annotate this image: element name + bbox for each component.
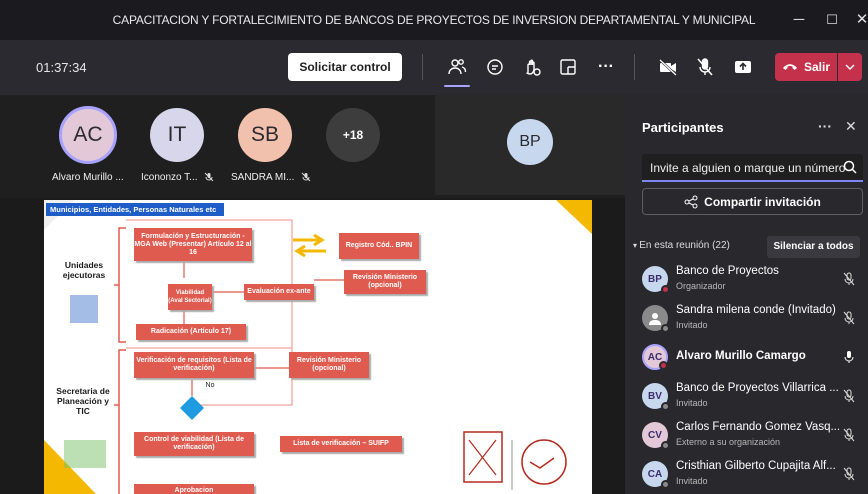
participant-name: Alvaro Murillo ... — [52, 172, 124, 183]
mute-all-button[interactable]: Silenciar a todos — [767, 236, 860, 258]
reactions-icon[interactable] — [519, 54, 545, 80]
minimize-icon[interactable]: ─ — [787, 8, 811, 32]
participant-role: Invitado — [676, 320, 708, 330]
toolbar-divider — [634, 54, 635, 80]
participant-name: Cristhian Gilberto Cupajita Alf... — [676, 460, 836, 472]
toolbar-divider — [422, 54, 423, 80]
flow-box: Aprobacion — [134, 484, 254, 494]
search-icon[interactable] — [843, 160, 857, 174]
mic-off-icon — [843, 467, 855, 481]
flow-box: Verificación de requisitos (Lista de ver… — [134, 352, 254, 378]
flow-box: Control de viabilidad (Lista de verifica… — [134, 432, 254, 456]
invite-input[interactable]: Invite a alguien o marque un número — [642, 154, 863, 182]
participant-role: Externo a su organización — [676, 437, 781, 447]
avatar[interactable]: SB — [238, 108, 292, 162]
status-dot — [661, 324, 670, 333]
group-label: Unidades ejecutoras — [62, 260, 106, 280]
participant-name: Icononzo T... — [141, 172, 214, 183]
leave-options-chevron-icon[interactable] — [838, 53, 862, 81]
avatar[interactable]: AC — [59, 106, 117, 164]
avatar: BP — [642, 266, 670, 294]
participant-row[interactable]: Sandra milena conde (Invitado) Invitado — [642, 299, 864, 339]
flow-box: Revisión Ministerio (opcional) — [289, 352, 369, 378]
hang-up-icon — [782, 64, 797, 70]
group-label: Secretaria de Planeación y TIC — [56, 386, 110, 416]
participant-row[interactable]: CA Cristhian Gilberto Cupajita Alf... In… — [642, 455, 864, 494]
flow-box: Evaluación ex-ante — [244, 284, 314, 300]
flow-box: Lista de verificación – SUIFP — [280, 436, 402, 452]
close-icon[interactable]: ✕ — [850, 8, 868, 32]
more-actions-icon[interactable]: ··· — [593, 54, 619, 80]
more-icon[interactable]: ··· — [818, 118, 832, 134]
maximize-icon[interactable]: ☐ — [820, 8, 844, 32]
participant-role: Invitado — [676, 476, 708, 486]
avatar: CV — [642, 422, 670, 450]
in-meeting-section[interactable]: ▾ En esta reunión (22) — [633, 240, 730, 251]
participant-row[interactable]: CV Carlos Fernando Gomez Vasq... Externo… — [642, 416, 864, 456]
chat-icon[interactable] — [482, 54, 508, 80]
title-bar: CAPACITACION Y FORTALECIMIENTO DE BANCOS… — [0, 0, 868, 40]
share-screen-icon[interactable] — [730, 54, 756, 80]
slide-header: Municipios, Entidades, Personas Naturale… — [46, 203, 224, 216]
avatar[interactable]: IT — [150, 108, 204, 162]
avatar: AC — [642, 344, 668, 370]
status-dot — [661, 402, 670, 411]
participant-name: Banco de Proyectos — [676, 265, 779, 277]
no-label: No — [205, 382, 215, 389]
camera-off-icon[interactable] — [655, 54, 681, 80]
participant-name: Alvaro Murillo Camargo — [676, 350, 806, 362]
participant-row[interactable]: BV Banco de Proyectos Villarrica ... Inv… — [642, 377, 864, 417]
participants-icon[interactable] — [444, 54, 470, 80]
panel-title: Participantes — [642, 120, 724, 135]
share-icon — [684, 195, 698, 208]
mic-off-icon — [301, 173, 311, 182]
mic-off-icon — [843, 311, 855, 325]
status-dot — [661, 480, 670, 489]
avatar — [642, 305, 670, 333]
participant-row[interactable]: BP Banco de Proyectos Organizador — [642, 260, 864, 300]
participant-name: Banco de Proyectos Villarrica ... — [676, 382, 839, 394]
more-participants-badge[interactable]: +18 — [326, 108, 380, 162]
mic-off-icon[interactable] — [692, 54, 718, 80]
mic-off-icon — [843, 389, 855, 403]
person-icon — [649, 313, 661, 325]
participant-name: SANDRA MI... — [231, 172, 311, 183]
leave-button[interactable]: Salir — [775, 53, 837, 81]
rooms-icon[interactable] — [555, 54, 581, 80]
close-icon[interactable]: ✕ — [845, 118, 857, 135]
mic-off-icon — [843, 428, 855, 442]
avatar: BV — [642, 383, 670, 411]
participant-role: Invitado — [676, 398, 708, 408]
avatar: CA — [642, 461, 670, 489]
active-tab-indicator — [444, 85, 470, 87]
flow-box: Viabilidad (Aval Sectorial) — [168, 284, 212, 310]
status-dot — [661, 441, 670, 450]
leave-label: Salir — [803, 60, 830, 74]
flow-box: Radicación (Artículo 17) — [136, 324, 246, 340]
status-dot — [659, 361, 668, 370]
participant-name: Sandra milena conde (Invitado) — [676, 304, 836, 316]
mic-off-icon — [204, 173, 214, 182]
request-control-button[interactable]: Solicitar control — [288, 53, 402, 81]
shared-slide: Municipios, Entidades, Personas Naturale… — [44, 200, 592, 494]
mic-off-icon — [843, 272, 855, 286]
participant-row[interactable]: AC Alvaro Murillo Camargo — [642, 338, 864, 378]
flow-box: Registro Cód.. BPIN — [339, 233, 419, 259]
flow-box: Formulación y Estructuración - MGA Web (… — [134, 228, 252, 261]
participant-name: Carlos Fernando Gomez Vasq... — [676, 421, 841, 433]
meeting-timer: 01:37:34 — [36, 60, 87, 75]
flow-box: Revisión Ministerio (opcional) — [344, 270, 426, 294]
participant-role: Organizador — [676, 281, 726, 291]
status-dot — [661, 285, 670, 294]
window-title: CAPACITACION Y FORTALECIMIENTO DE BANCOS… — [112, 13, 756, 27]
avatar: BP — [507, 119, 553, 165]
mic-on-icon — [844, 351, 854, 363]
share-invite-button[interactable]: Compartir invitación — [642, 188, 863, 215]
